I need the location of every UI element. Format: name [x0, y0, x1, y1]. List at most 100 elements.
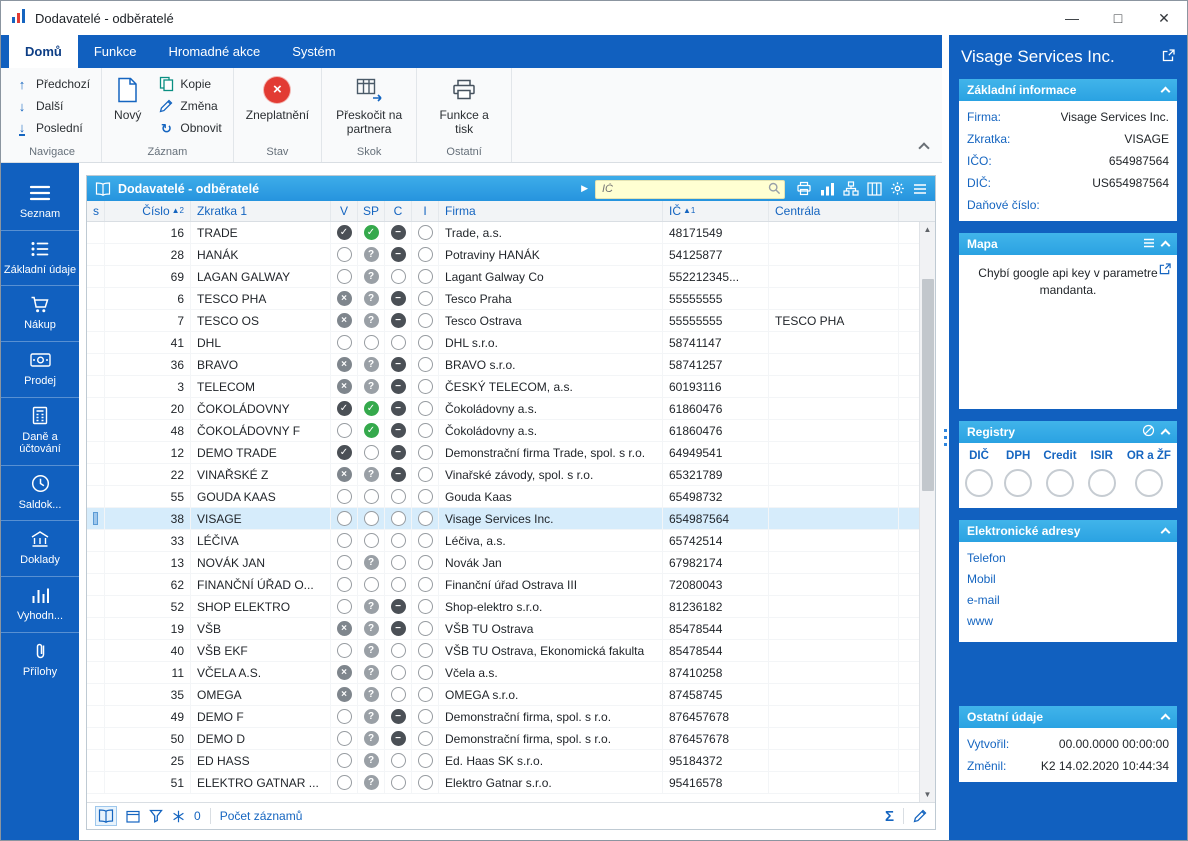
- panel-splitter[interactable]: [942, 35, 949, 840]
- collapse-ribbon-icon[interactable]: [918, 142, 929, 153]
- table-row[interactable]: 25ED HASS?Ed. Haas SK s.r.o.95184372: [87, 750, 935, 772]
- sidebar-item-zakladni-udaje[interactable]: Základní údaje: [1, 230, 79, 286]
- table-row[interactable]: 7TESCO OS×?−Tesco Ostrava55555555TESCO P…: [87, 310, 935, 332]
- table-row[interactable]: 28HANÁK?−Potraviny HANÁK54125877: [87, 244, 935, 266]
- table-row[interactable]: 6TESCO PHA×?−Tesco Praha55555555: [87, 288, 935, 310]
- sidebar-item-saldokonto[interactable]: Saldok...: [1, 465, 79, 521]
- menu-icon[interactable]: [913, 183, 927, 195]
- circle-slash-icon[interactable]: [1142, 424, 1155, 440]
- table-row[interactable]: 20ČOKOLÁDOVNY✓✓−Čokoládovny a.s.61860476: [87, 398, 935, 420]
- section-header-registry[interactable]: Registry: [959, 421, 1177, 443]
- table-row[interactable]: 51ELEKTRO GATNAR ...?Elektro Gatnar s.r.…: [87, 772, 935, 794]
- section-header-ostatni[interactable]: Ostatní údaje: [959, 706, 1177, 728]
- table-row[interactable]: 35OMEGA×?OMEGA s.r.o.87458745: [87, 684, 935, 706]
- refresh-button[interactable]: ↻ Obnovit: [155, 118, 224, 138]
- tab-hromadne-akce[interactable]: Hromadné akce: [152, 35, 276, 68]
- map-menu-icon[interactable]: [1143, 237, 1155, 251]
- tab-domu[interactable]: Domů: [9, 35, 78, 68]
- table-row[interactable]: 48ČOKOLÁDOVNY F✓−Čokoládovny a.s.6186047…: [87, 420, 935, 442]
- table-row[interactable]: 69LAGAN GALWAY?Lagant Galway Co552212345…: [87, 266, 935, 288]
- relations-icon[interactable]: [843, 181, 859, 196]
- column-header-sp[interactable]: SP: [358, 201, 385, 221]
- column-header-centrala[interactable]: Centrála: [769, 201, 899, 221]
- vertical-scrollbar[interactable]: ▲ ▼: [919, 222, 935, 802]
- registry-item-or-a-f[interactable]: OR a ŽF: [1127, 450, 1171, 497]
- section-header-mapa[interactable]: Mapa: [959, 233, 1177, 255]
- address-link-mobil[interactable]: Mobil: [967, 569, 1169, 590]
- column-header-ic[interactable]: IČ▲1: [663, 201, 769, 221]
- table-row[interactable]: 22VINAŘSKÉ Z×?−Vinařské závody, spol. s …: [87, 464, 935, 486]
- columns-icon[interactable]: [867, 182, 882, 196]
- edit-button[interactable]: Změna: [155, 96, 224, 116]
- table-row[interactable]: 36BRAVO×?−BRAVO s.r.o.58741257: [87, 354, 935, 376]
- table-row[interactable]: 62FINANČNÍ ÚŘAD O...Finanční úřad Ostrav…: [87, 574, 935, 596]
- table-row[interactable]: 49DEMO F?−Demonstrační firma, spol. s r.…: [87, 706, 935, 728]
- column-header-zkratka1[interactable]: Zkratka 1: [191, 201, 331, 221]
- edit-record-icon[interactable]: [913, 809, 927, 823]
- snowflake-icon[interactable]: [172, 810, 185, 823]
- play-icon[interactable]: ▶: [581, 183, 588, 194]
- collapse-icon[interactable]: [1161, 528, 1171, 538]
- search-input[interactable]: [595, 180, 785, 199]
- chart-icon[interactable]: [820, 182, 835, 196]
- collapse-icon[interactable]: [1161, 241, 1171, 251]
- table-row[interactable]: 41DHLDHL s.r.o.58741147: [87, 332, 935, 354]
- panel-view-icon[interactable]: [126, 810, 140, 823]
- functions-print-button[interactable]: Funkce a tisk: [425, 71, 503, 137]
- address-link-e-mail[interactable]: e-mail: [967, 590, 1169, 611]
- column-header-s[interactable]: s: [87, 201, 105, 221]
- table-row[interactable]: 33LÉČIVALéčiva, a.s.65742514: [87, 530, 935, 552]
- collapse-icon[interactable]: [1161, 714, 1171, 724]
- sidebar-item-nakup[interactable]: Nákup: [1, 285, 79, 341]
- table-row[interactable]: 12DEMO TRADE✓−Demonstrační firma Trade, …: [87, 442, 935, 464]
- maximize-button[interactable]: □: [1095, 1, 1141, 35]
- scrollbar-thumb[interactable]: [922, 279, 934, 491]
- column-header-c[interactable]: C: [385, 201, 412, 221]
- expand-panel-icon[interactable]: [1162, 47, 1175, 67]
- section-header-adresy[interactable]: Elektronické adresy: [959, 520, 1177, 542]
- registry-item-dph[interactable]: DPH: [1004, 450, 1032, 497]
- previous-button[interactable]: ↑ Předchozí: [11, 74, 93, 94]
- column-header-v[interactable]: V: [331, 201, 358, 221]
- copy-button[interactable]: Kopie: [155, 74, 224, 94]
- next-button[interactable]: ↓ Další: [11, 96, 93, 116]
- sidebar-item-prodej[interactable]: Prodej: [1, 341, 79, 397]
- sidebar-item-seznam[interactable]: Seznam: [1, 175, 79, 230]
- scroll-down-icon[interactable]: ▼: [924, 787, 932, 802]
- filter-icon[interactable]: [149, 809, 163, 823]
- print-icon[interactable]: [796, 181, 812, 196]
- close-button[interactable]: ✕: [1141, 1, 1187, 35]
- collapse-icon[interactable]: [1161, 87, 1171, 97]
- registry-item-credit[interactable]: Credit: [1043, 450, 1076, 497]
- table-row[interactable]: 55GOUDA KAASGouda Kaas65498732: [87, 486, 935, 508]
- table-row[interactable]: 11VČELA A.S.×?Včela a.s.87410258: [87, 662, 935, 684]
- table-row[interactable]: 40VŠB EKF?VŠB TU Ostrava, Ekonomická fak…: [87, 640, 935, 662]
- scroll-up-icon[interactable]: ▲: [924, 222, 932, 237]
- section-header-zakladni[interactable]: Základní informace: [959, 79, 1177, 101]
- sum-icon[interactable]: Σ: [885, 808, 894, 825]
- last-button[interactable]: ↓ Poslední: [11, 118, 93, 138]
- column-header-cislo[interactable]: Číslo▲2: [105, 201, 191, 221]
- sidebar-item-doklady[interactable]: Doklady: [1, 520, 79, 576]
- table-row[interactable]: 50DEMO D?−Demonstrační firma, spol. s r.…: [87, 728, 935, 750]
- settings-icon[interactable]: [890, 181, 905, 196]
- collapse-icon[interactable]: [1161, 429, 1171, 439]
- jump-to-partner-button[interactable]: Přeskočit na partnera: [330, 71, 408, 137]
- table-row[interactable]: 16TRADE✓✓−Trade, a.s.48171549: [87, 222, 935, 244]
- new-button[interactable]: Nový: [110, 71, 145, 122]
- sidebar-item-prilohy[interactable]: Přílohy: [1, 632, 79, 688]
- address-link-telefon[interactable]: Telefon: [967, 548, 1169, 569]
- table-row[interactable]: 52SHOP ELEKTRO?−Shop-elektro s.r.o.81236…: [87, 596, 935, 618]
- registry-item-di[interactable]: DIČ: [965, 450, 993, 497]
- address-link-www[interactable]: www: [967, 611, 1169, 632]
- sidebar-item-vyhodnoceni[interactable]: Vyhodn...: [1, 576, 79, 632]
- registry-item-isir[interactable]: ISIR: [1088, 450, 1116, 497]
- book-view-icon[interactable]: [95, 806, 117, 826]
- table-row[interactable]: 3TELECOM×?−ČESKÝ TELECOM, a.s.60193116: [87, 376, 935, 398]
- invalidate-button[interactable]: × Zneplatnění: [242, 71, 313, 122]
- table-row[interactable]: 38VISAGEVisage Services Inc.654987564: [87, 508, 935, 530]
- table-row[interactable]: 19VŠB×?−VŠB TU Ostrava85478544: [87, 618, 935, 640]
- open-map-icon[interactable]: [1159, 263, 1171, 280]
- column-header-firma[interactable]: Firma: [439, 201, 663, 221]
- table-row[interactable]: 13NOVÁK JAN?Novák Jan67982174: [87, 552, 935, 574]
